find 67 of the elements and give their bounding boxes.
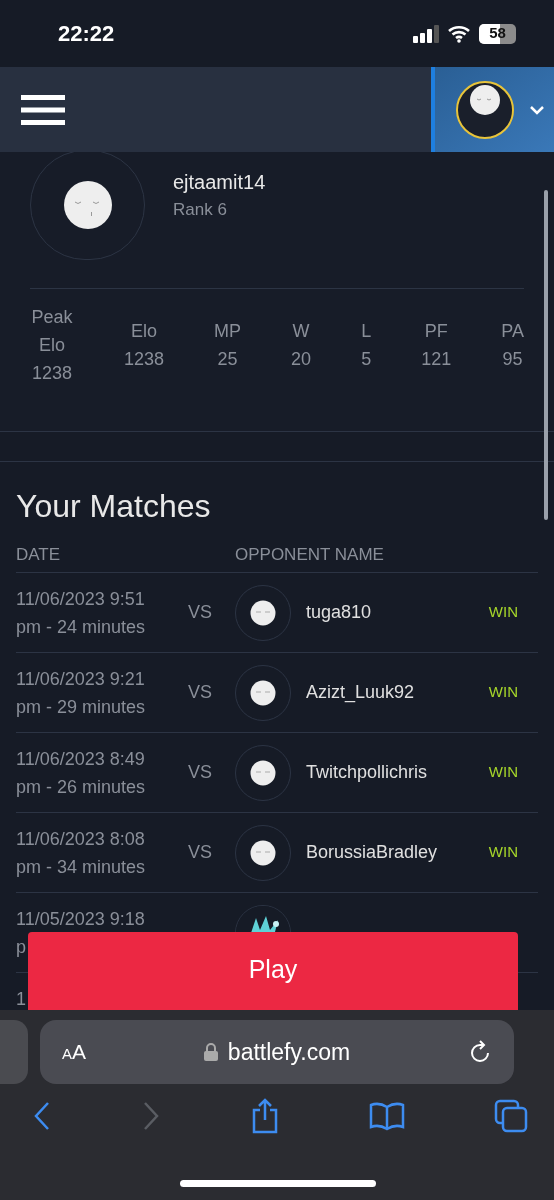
opponent-name[interactable]: tuga810 — [306, 599, 489, 626]
match-date: 11/06/2023 8:08 — [16, 827, 146, 851]
match-duration: pm - 26 minutes — [16, 775, 147, 799]
stat-label: PF — [424, 320, 448, 343]
avatar-icon — [250, 599, 276, 626]
rank-text: Rank 6 — [173, 199, 228, 222]
match-duration: pm - 34 minutes — [16, 855, 147, 879]
result-text: WIN — [488, 842, 518, 863]
forward-icon[interactable] — [141, 1101, 161, 1131]
menu-icon[interactable] — [21, 94, 65, 125]
section-title: Your Matches — [16, 487, 212, 526]
stat-value: 95 — [502, 348, 523, 371]
share-icon[interactable] — [250, 1098, 280, 1134]
stat-value: 5 — [361, 348, 372, 371]
stat-value: 1238 — [124, 348, 165, 371]
wifi-icon — [447, 24, 471, 43]
avatar-icon — [250, 759, 276, 786]
vs-label: VS — [188, 681, 213, 704]
clock-time: 22:22 — [58, 20, 115, 48]
match-duration: p — [16, 936, 27, 959]
avatar-icon — [62, 180, 113, 230]
match-date: 11/06/2023 9:51 — [16, 587, 146, 611]
battery-icon: 58 — [479, 23, 516, 44]
back-icon[interactable] — [32, 1101, 52, 1131]
signal-icon — [413, 24, 439, 43]
opponent-name[interactable]: Twitchpollichris — [306, 759, 489, 786]
stat-label: Elo — [131, 320, 158, 343]
play-button[interactable]: Play — [28, 932, 518, 1010]
reload-icon[interactable] — [468, 1039, 492, 1065]
username: ejtaamit14 — [173, 170, 266, 196]
stat-value: 1238 — [31, 362, 72, 385]
column-header: OPPONENT NAME — [235, 544, 384, 566]
match-date: 1 — [16, 988, 27, 1010]
avatar-icon — [250, 679, 276, 706]
result-text: WIN — [488, 682, 518, 703]
vs-label: VS — [188, 841, 213, 864]
match-date: 11/05/2023 9:18 — [16, 908, 146, 931]
bookmarks-icon[interactable] — [369, 1101, 405, 1131]
stat-label: L — [361, 320, 372, 343]
tabs-icon[interactable] — [494, 1099, 528, 1133]
tab-preview — [0, 1020, 28, 1084]
stat-label: Peak Elo — [30, 306, 74, 357]
avatar-icon — [250, 839, 276, 866]
chevron-down-icon — [529, 104, 545, 115]
match-date: 11/06/2023 9:21 — [16, 667, 146, 691]
text-size-button[interactable]: AA — [62, 1036, 87, 1068]
opponent-name[interactable]: BorussiaBradley — [306, 839, 489, 866]
opponent-name[interactable]: Azizt_Luuk92 — [306, 679, 489, 706]
profile-menu[interactable] — [431, 67, 554, 152]
result-text: WIN — [488, 762, 518, 783]
stat-label: MP — [214, 320, 242, 343]
vs-label: VS — [188, 761, 213, 784]
column-header: DATE — [16, 544, 62, 566]
url-text: battlefy.com — [227, 1037, 351, 1067]
lock-icon — [203, 1043, 218, 1061]
match-date: 11/06/2023 8:49 — [16, 747, 146, 771]
vs-label: VS — [188, 601, 213, 624]
stat-value: 20 — [291, 348, 312, 371]
match-duration: pm - 29 minutes — [16, 695, 147, 719]
stat-value: 121 — [421, 348, 452, 371]
stat-label: W — [292, 320, 310, 343]
stat-label: PA — [501, 320, 524, 343]
result-text: WIN — [488, 602, 518, 623]
match-duration: pm - 24 minutes — [16, 615, 147, 639]
stat-value: 25 — [217, 348, 238, 371]
avatar-icon — [455, 79, 515, 140]
address-bar[interactable]: AA battlefy.com — [40, 1020, 514, 1084]
